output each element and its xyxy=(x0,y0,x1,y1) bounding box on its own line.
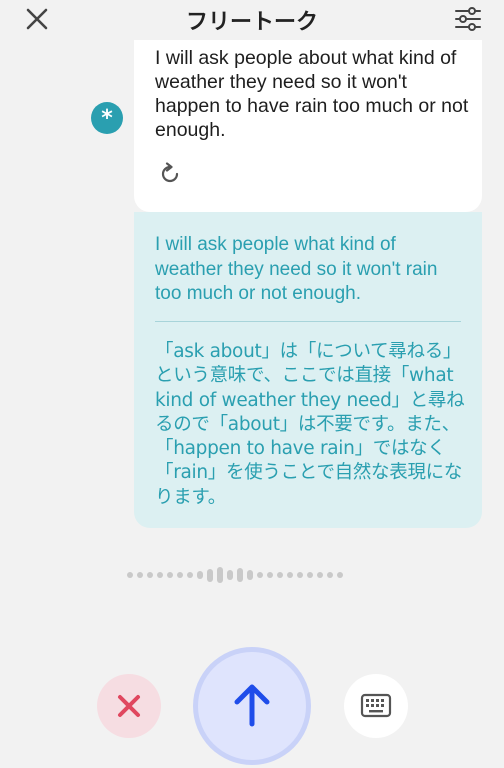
waveform-bar xyxy=(137,572,143,578)
settings-sliders-icon[interactable] xyxy=(454,6,482,32)
correction-panel: I will ask people what kind of weather t… xyxy=(134,212,482,528)
waveform-bar xyxy=(177,572,183,578)
waveform-bar xyxy=(297,572,303,578)
header-bar: フリートーク xyxy=(0,0,504,40)
correction-explanation: 「ask about」は「について尋ねる」という意味で、ここでは直接「what … xyxy=(155,341,465,508)
send-inner xyxy=(198,652,306,760)
waveform-bar xyxy=(207,568,213,582)
page-title: フリートーク xyxy=(185,10,318,35)
divider xyxy=(155,321,461,322)
waveform-bar xyxy=(267,572,273,578)
waveform-bar xyxy=(187,572,193,578)
ai-message-text: I will ask people about what kind of wea… xyxy=(155,47,469,141)
waveform-bar xyxy=(197,571,203,579)
waveform-bar xyxy=(337,572,343,578)
waveform-bar xyxy=(227,570,233,580)
arrow-up-icon xyxy=(234,684,270,727)
corrected-sentence: I will ask people what kind of weather t… xyxy=(155,234,438,304)
cancel-button[interactable] xyxy=(97,674,161,738)
waveform-bar xyxy=(167,572,173,578)
waveform-bar xyxy=(147,572,153,578)
keyboard-button[interactable] xyxy=(344,674,408,738)
audio-waveform xyxy=(127,566,343,584)
waveform-bar xyxy=(257,572,263,578)
waveform-bar xyxy=(247,570,253,580)
waveform-bar xyxy=(217,567,223,583)
refresh-icon[interactable] xyxy=(158,162,182,186)
waveform-bar xyxy=(157,572,163,578)
send-button[interactable] xyxy=(193,647,311,765)
waveform-bar xyxy=(127,572,133,578)
cancel-x-icon xyxy=(118,695,140,717)
ai-message-bubble: I will ask people about what kind of wea… xyxy=(134,40,482,212)
waveform-bar xyxy=(237,568,243,582)
waveform-bar xyxy=(327,572,333,578)
waveform-bar xyxy=(287,572,293,578)
waveform-bar xyxy=(317,572,323,578)
ai-avatar: * xyxy=(91,102,123,134)
waveform-bar xyxy=(307,572,313,578)
waveform-bar xyxy=(277,572,283,578)
keyboard-icon xyxy=(360,693,392,718)
